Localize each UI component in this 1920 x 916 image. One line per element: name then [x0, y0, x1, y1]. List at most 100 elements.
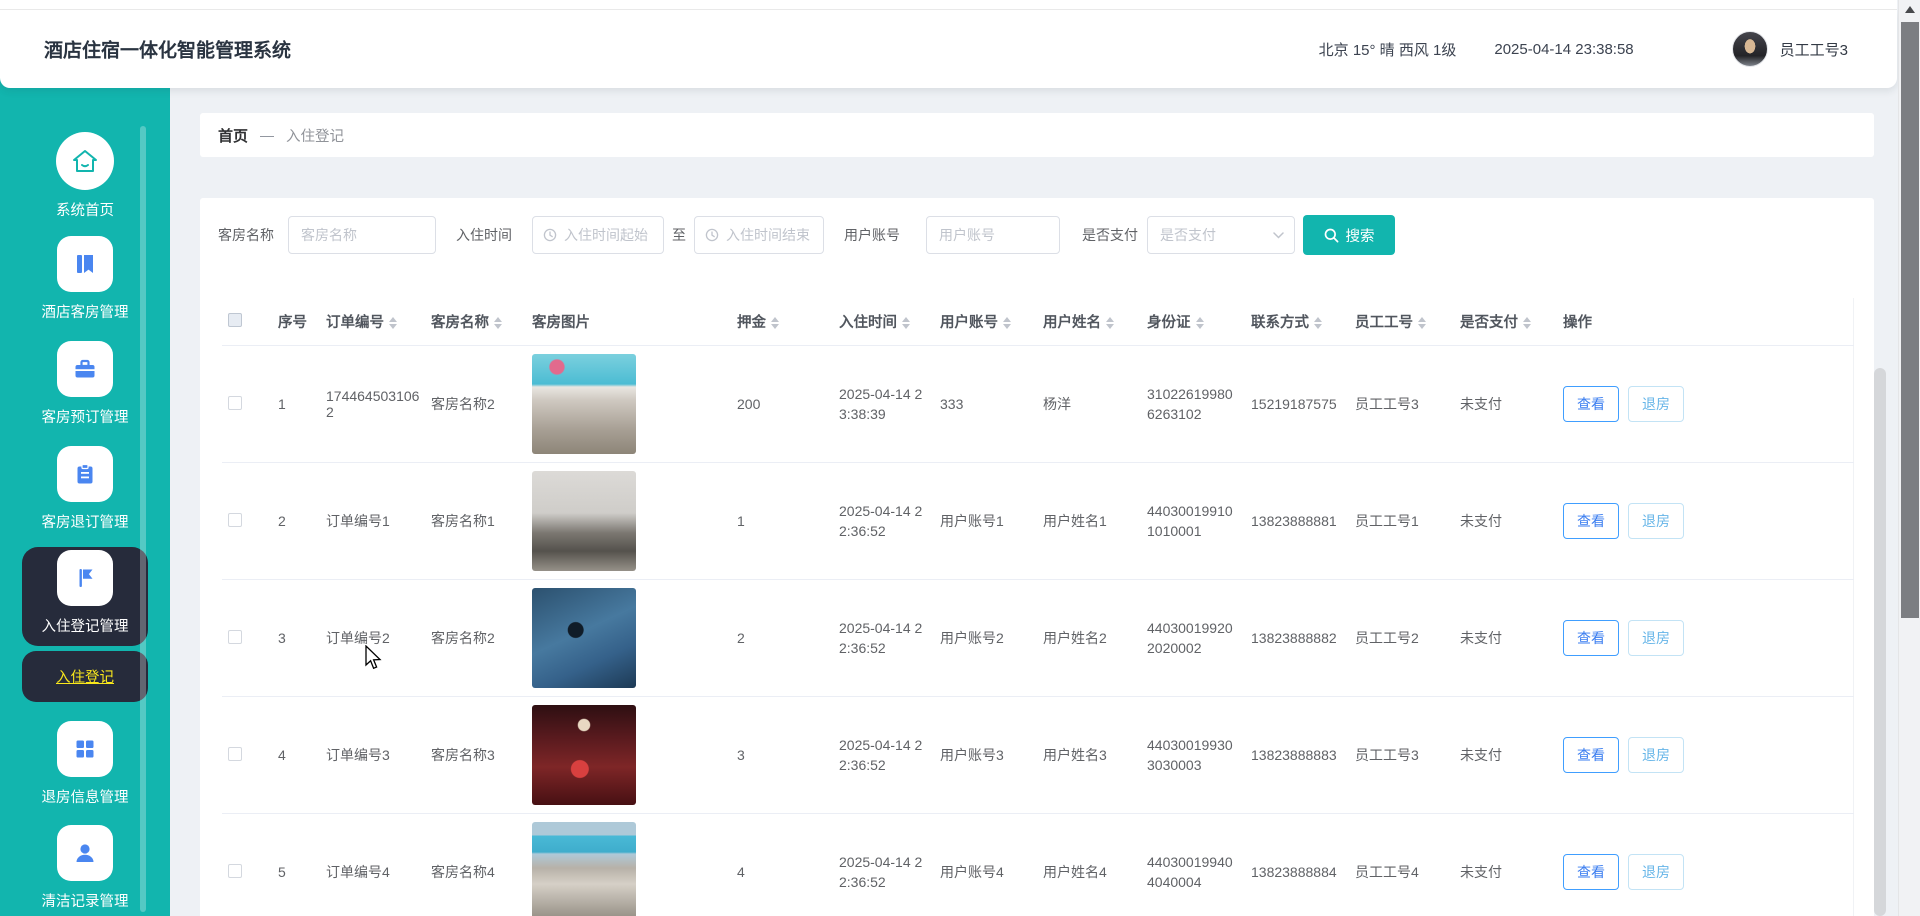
briefcase-icon [57, 341, 113, 397]
checkin-table: 序号订单编号客房名称客房图片押金入住时间用户账号用户姓名身份证联系方式员工工号是… [222, 298, 1854, 916]
username: 员工工号3 [1780, 39, 1848, 60]
paid-select[interactable]: 是否支付 [1147, 216, 1295, 254]
cell-username: 杨洋 [1043, 346, 1147, 463]
checkout-button[interactable]: 退房 [1628, 737, 1684, 773]
row-checkbox-cell [222, 814, 268, 916]
col-header-account[interactable]: 用户账号 [940, 298, 1043, 346]
col-header-staff-no[interactable]: 员工工号 [1355, 298, 1460, 346]
cell-account: 333 [940, 346, 1043, 463]
col-header-phone[interactable]: 联系方式 [1251, 298, 1355, 346]
sort-arrows-icon[interactable] [1003, 317, 1011, 329]
cell-checkin-time: 2025-04-14 22:36:52 [839, 463, 940, 580]
checkout-button[interactable]: 退房 [1628, 503, 1684, 539]
row-checkbox-cell [222, 580, 268, 697]
sort-arrows-icon[interactable] [1523, 317, 1531, 329]
cell-username: 用户姓名3 [1043, 697, 1147, 814]
room-photo [532, 705, 636, 805]
checkin-start-input[interactable]: 入住时间起始 [532, 216, 664, 254]
cell-deposit: 4 [737, 814, 839, 916]
account-input[interactable] [926, 216, 1060, 254]
content-card: 客房名称 入住时间 入住时间起始 至 入住时间结束 用户账号 是否支付 是否支付… [200, 198, 1874, 916]
col-header-checkin-time[interactable]: 入住时间 [839, 298, 940, 346]
checkin-end-input[interactable]: 入住时间结束 [694, 216, 824, 254]
checkout-button[interactable]: 退房 [1628, 854, 1684, 890]
page-scrollbar-thumb[interactable] [1874, 368, 1886, 916]
sort-arrows-icon[interactable] [1314, 317, 1322, 329]
cell-room-photo [532, 346, 737, 463]
table-row: 5订单编号4客房名称442025-04-14 22:36:52用户账号4用户姓名… [222, 814, 1853, 916]
table-row: 2订单编号1客房名称112025-04-14 22:36:52用户账号1用户姓名… [222, 463, 1853, 580]
browser-scrollbar[interactable] [1898, 0, 1920, 916]
browser-scrollbar-thumb[interactable] [1901, 22, 1919, 618]
cell-username: 用户姓名2 [1043, 580, 1147, 697]
cell-room-photo [532, 580, 737, 697]
cell-staff-no: 员工工号3 [1355, 697, 1460, 814]
room-name-input[interactable] [288, 216, 436, 254]
checkout-button[interactable]: 退房 [1628, 386, 1684, 422]
col-header-deposit[interactable]: 押金 [737, 298, 839, 346]
breadcrumb-home[interactable]: 首页 [218, 125, 248, 146]
row-checkbox[interactable] [228, 396, 242, 410]
cell-actions: 查看退房 [1563, 580, 1853, 697]
view-button[interactable]: 查看 [1563, 620, 1619, 656]
select-all-checkbox-cell [222, 298, 268, 346]
cell-order-no: 订单编号3 [326, 697, 431, 814]
sort-arrows-icon[interactable] [494, 317, 502, 329]
sort-arrows-icon[interactable] [389, 317, 397, 329]
cell-staff-no: 员工工号3 [1355, 346, 1460, 463]
view-button[interactable]: 查看 [1563, 503, 1619, 539]
cell-paid-status: 未支付 [1460, 814, 1563, 916]
account-label: 用户账号 [844, 225, 900, 245]
grid-icon [57, 721, 113, 777]
col-header-id-card[interactable]: 身份证 [1147, 298, 1251, 346]
sort-arrows-icon[interactable] [902, 317, 910, 329]
avatar[interactable] [1732, 31, 1768, 67]
cell-account: 用户账号1 [940, 463, 1043, 580]
cell-staff-no: 员工工号4 [1355, 814, 1460, 916]
col-header-room-photo: 客房图片 [532, 298, 737, 346]
datetime: 2025-04-14 23:38:58 [1494, 41, 1633, 58]
row-checkbox[interactable] [228, 513, 242, 527]
row-checkbox[interactable] [228, 747, 242, 761]
cell-staff-no: 员工工号1 [1355, 463, 1460, 580]
view-button[interactable]: 查看 [1563, 854, 1619, 890]
cell-username: 用户姓名1 [1043, 463, 1147, 580]
cell-paid-status: 未支付 [1460, 346, 1563, 463]
col-header-index: 序号 [268, 298, 326, 346]
row-checkbox[interactable] [228, 864, 242, 878]
table-row: 3订单编号2客房名称222025-04-14 22:36:52用户账号2用户姓名… [222, 580, 1853, 697]
sidebar-subitem-checkin-register[interactable]: 入住登记 [22, 651, 148, 702]
cell-deposit: 1 [737, 463, 839, 580]
cell-username: 用户姓名4 [1043, 814, 1147, 916]
search-button[interactable]: 搜索 [1303, 215, 1395, 255]
col-header-room-name[interactable]: 客房名称 [431, 298, 532, 346]
row-checkbox[interactable] [228, 630, 242, 644]
cell-room-photo [532, 463, 737, 580]
room-photo [532, 588, 636, 688]
room-photo [532, 354, 636, 454]
chevron-down-icon [1273, 232, 1284, 239]
table-header-row: 序号订单编号客房名称客房图片押金入住时间用户账号用户姓名身份证联系方式员工工号是… [222, 298, 1853, 346]
clipboard-icon [57, 446, 113, 502]
sort-arrows-icon[interactable] [1106, 317, 1114, 329]
cell-room-name: 客房名称2 [431, 580, 532, 697]
sort-arrows-icon[interactable] [1196, 317, 1204, 329]
scroll-up-arrow-icon[interactable] [1905, 6, 1915, 13]
user-icon [57, 825, 113, 881]
view-button[interactable]: 查看 [1563, 386, 1619, 422]
col-header-username[interactable]: 用户姓名 [1043, 298, 1147, 346]
cell-paid-status: 未支付 [1460, 463, 1563, 580]
cell-order-no: 订单编号4 [326, 814, 431, 916]
col-header-paid[interactable]: 是否支付 [1460, 298, 1563, 346]
select-all-checkbox[interactable] [228, 313, 242, 327]
cell-index: 4 [268, 697, 326, 814]
cell-actions: 查看退房 [1563, 463, 1853, 580]
cell-account: 用户账号2 [940, 580, 1043, 697]
sidebar-scrollbar[interactable] [140, 126, 146, 912]
sort-arrows-icon[interactable] [771, 317, 779, 329]
sort-arrows-icon[interactable] [1418, 317, 1426, 329]
view-button[interactable]: 查看 [1563, 737, 1619, 773]
cell-phone: 13823888881 [1251, 463, 1355, 580]
checkout-button[interactable]: 退房 [1628, 620, 1684, 656]
col-header-order-no[interactable]: 订单编号 [326, 298, 431, 346]
